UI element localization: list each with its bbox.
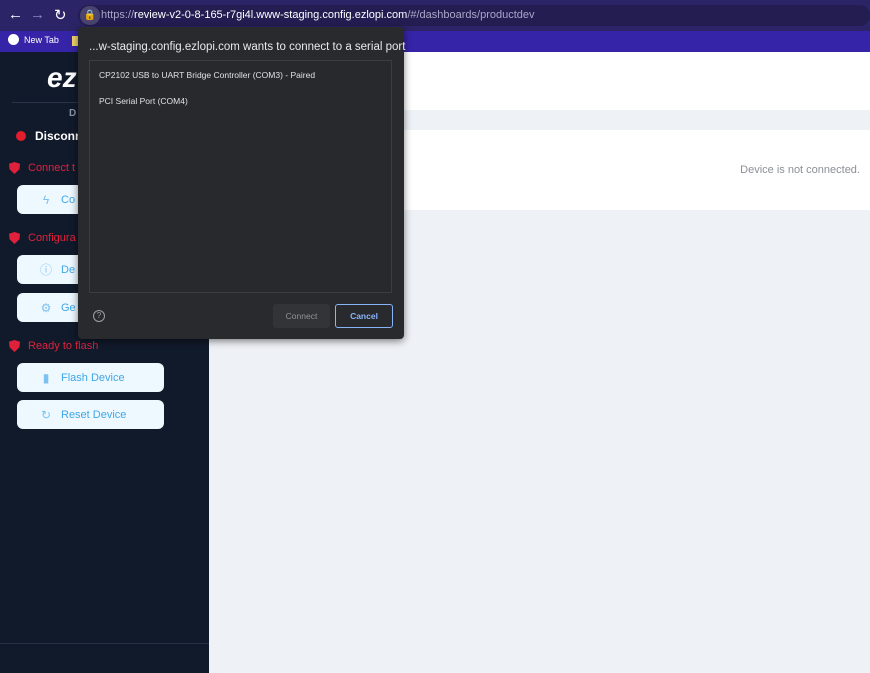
- gear-icon: ⚙: [40, 300, 52, 315]
- device-status-message: Device is not connected.: [740, 164, 860, 176]
- port-item[interactable]: PCI Serial Port (COM4): [99, 96, 188, 106]
- reset-device-button[interactable]: ↻ Reset Device: [17, 400, 164, 429]
- bookmark-new-tab[interactable]: New Tab: [8, 34, 59, 45]
- reload-icon[interactable]: ↻: [54, 6, 67, 24]
- serial-port-dialog: ...w-staging.config.ezlopi.com wants to …: [78, 27, 406, 339]
- cancel-button[interactable]: Cancel: [335, 304, 393, 328]
- connect-button[interactable]: Connect: [273, 304, 330, 328]
- back-icon[interactable]: ←: [8, 6, 23, 23]
- lock-icon[interactable]: 🔒: [80, 6, 100, 25]
- port-item[interactable]: CP2102 USB to UART Bridge Controller (CO…: [99, 70, 315, 80]
- dialog-title: ...w-staging.config.ezlopi.com wants to …: [89, 41, 406, 53]
- logo: ez: [47, 62, 77, 93]
- port-list[interactable]: CP2102 USB to UART Bridge Controller (CO…: [89, 60, 392, 293]
- status-dot-icon: [16, 131, 26, 141]
- globe-icon: [8, 34, 19, 45]
- section-configuration: Configura: [9, 232, 76, 244]
- section-ready-to-flash: Ready to flash: [9, 340, 98, 352]
- flash-device-button[interactable]: ▮ Flash Device: [17, 363, 164, 392]
- device-label: D: [69, 108, 77, 119]
- url-text[interactable]: https://review-v2-0-8-165-r7gi4l.www-sta…: [101, 9, 535, 21]
- flash-device-icon: ▮: [42, 370, 50, 385]
- help-icon[interactable]: ?: [93, 310, 105, 322]
- shield-alert-icon: [9, 162, 20, 174]
- shield-alert-icon: [9, 340, 20, 352]
- info-icon: ⓘ: [39, 263, 52, 277]
- divider: [0, 643, 209, 644]
- forward-icon[interactable]: →: [30, 6, 45, 23]
- reset-icon: ↻: [40, 407, 52, 422]
- section-connect: Connect t: [9, 162, 75, 174]
- bolt-icon: ϟ: [42, 192, 50, 207]
- shield-alert-icon: [9, 232, 20, 244]
